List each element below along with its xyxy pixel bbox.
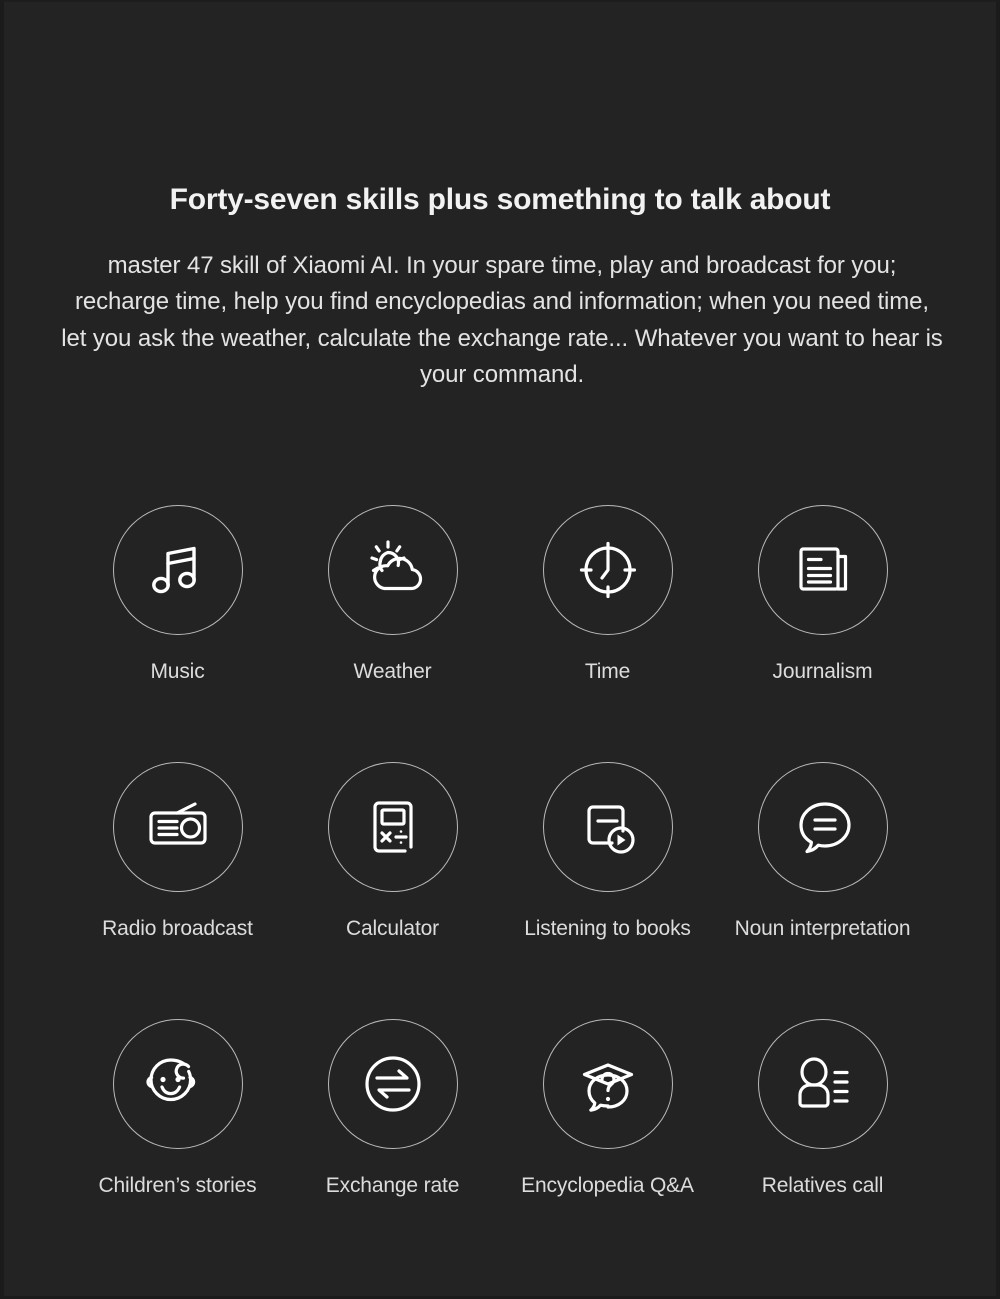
skill-item-calculator[interactable]: Calculator xyxy=(285,748,500,1005)
skill-label: Radio broadcast xyxy=(102,917,253,940)
skill-item-encyclopedia-qa[interactable]: Encyclopedia Q&A xyxy=(500,1005,715,1262)
skill-item-radio-broadcast[interactable]: Radio broadcast xyxy=(70,748,285,1005)
skills-grid: Music Weather Time Journalism Radio broa… xyxy=(4,491,996,1262)
skill-item-music[interactable]: Music xyxy=(70,491,285,748)
skill-label: Children’s stories xyxy=(98,1174,257,1197)
baby-face-icon xyxy=(144,1050,212,1118)
skill-label: Relatives call xyxy=(761,1174,884,1197)
clock-icon xyxy=(575,537,641,603)
skill-label: Time xyxy=(584,660,631,683)
skill-label: Calculator xyxy=(345,917,440,940)
calculator-icon xyxy=(361,795,425,859)
exchange-arrows-icon xyxy=(360,1051,426,1117)
page-title: Forty-seven skills plus something to tal… xyxy=(169,183,831,217)
skill-icon-badge xyxy=(757,505,888,635)
skill-label: Journalism xyxy=(772,660,873,683)
radio-icon xyxy=(143,792,213,862)
skill-item-exchange-rate[interactable]: Exchange rate xyxy=(285,1005,500,1262)
skill-label: Exchange rate xyxy=(325,1174,460,1197)
sun-behind-cloud-icon xyxy=(358,535,428,605)
skill-label: Noun interpretation xyxy=(734,917,911,940)
skill-icon-badge xyxy=(327,505,458,635)
page-inner: Forty-seven skills plus something to tal… xyxy=(4,2,996,1296)
skill-icon-badge xyxy=(757,762,888,892)
skill-item-time[interactable]: Time xyxy=(500,491,715,748)
skill-icon-badge xyxy=(112,505,243,635)
skill-icon-badge xyxy=(112,1019,243,1149)
skill-icon-badge xyxy=(112,762,243,892)
skill-label: Music xyxy=(150,660,205,683)
contact-person-icon xyxy=(790,1051,856,1117)
skill-item-childrens-stories[interactable]: Children’s stories xyxy=(70,1005,285,1262)
graduation-cap-question-icon xyxy=(575,1051,641,1117)
skill-label: Listening to books xyxy=(524,917,691,940)
skill-label: Encyclopedia Q&A xyxy=(521,1174,694,1197)
skill-icon-badge xyxy=(757,1019,888,1149)
promo-page: Forty-seven skills plus something to tal… xyxy=(0,0,1000,1299)
skill-item-noun-interpretation[interactable]: Noun interpretation xyxy=(715,748,930,1005)
skill-item-listening-to-books[interactable]: Listening to books xyxy=(500,748,715,1005)
skill-item-relatives-call[interactable]: Relatives call xyxy=(715,1005,930,1262)
newspaper-icon xyxy=(790,537,856,603)
skill-icon-badge xyxy=(542,1019,673,1149)
speech-bubble-lines-icon xyxy=(791,795,855,859)
skill-item-weather[interactable]: Weather xyxy=(285,491,500,748)
skill-icon-badge xyxy=(327,762,458,892)
skill-icon-badge xyxy=(542,762,673,892)
audiobook-play-icon xyxy=(576,795,640,859)
skill-item-journalism[interactable]: Journalism xyxy=(715,491,930,748)
skill-label: Weather xyxy=(353,660,432,683)
page-description: master 47 skill of Xiaomi AI. In your sp… xyxy=(61,252,943,389)
music-note-icon xyxy=(144,536,212,604)
skill-icon-badge xyxy=(542,505,673,635)
skill-icon-badge xyxy=(327,1019,458,1149)
